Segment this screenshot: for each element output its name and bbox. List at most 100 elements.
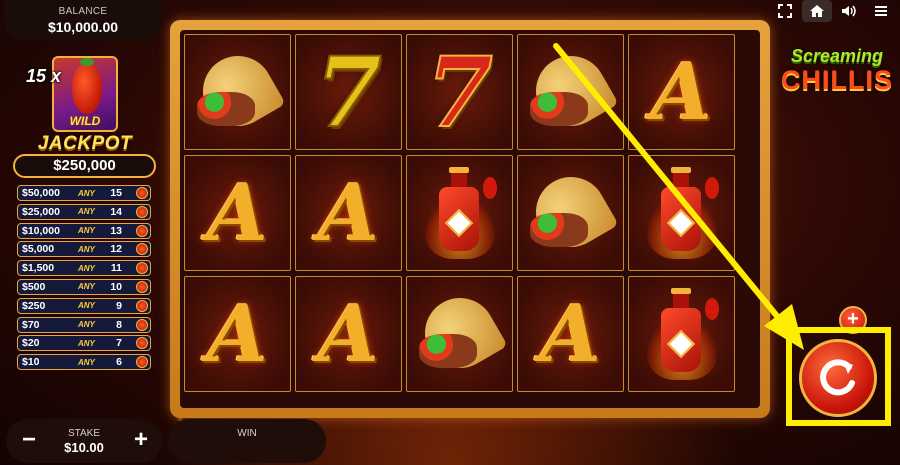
chili-icon [136,299,148,312]
paytable-row: $250 ANY 9 [17,297,151,314]
paytable-amount: $1,500 [22,262,55,275]
paytable-count: 6 [116,356,122,369]
paytable-count: 8 [116,318,122,331]
paytable-count: 14 [110,205,122,218]
hot-sauce-icon [424,167,497,259]
paytable-any: ANY [78,207,95,217]
stake-panel: − STAKE $10.00 + [6,419,162,463]
reel-cell: A [628,34,735,150]
chili-icon [136,243,148,256]
reel-cell: 7 [406,34,513,150]
paytable-any: ANY [78,282,95,292]
reel-cell: A [517,276,624,392]
paytable-row: $50,000 ANY 15 [17,185,151,201]
reel-cell: A [295,155,402,271]
paytable-any: ANY [78,357,95,367]
paytable-any: ANY [78,320,95,330]
paytable-count: 11 [110,262,122,275]
paytable-row: $5,000 ANY 12 [17,241,151,258]
paytable-amount: $25,000 [22,205,60,218]
reel-cell: A [184,155,291,271]
reel-cell: A [184,276,291,392]
chili-icon [136,205,148,218]
reel-frame: AA7AA7AA [170,20,770,418]
symbol-seven-yellow: 7 [314,35,383,150]
paytable-row: $10 ANY 6 [17,354,151,371]
chili-pepper-icon [72,58,102,114]
reel-cell [517,155,624,271]
reel-cell [628,276,735,392]
symbol-a: A [540,288,601,380]
paytable-any: ANY [78,263,95,273]
taco-icon [189,43,286,139]
paytable-amount: $50,000 [22,187,60,199]
chili-icon [136,318,148,331]
paytable-any: ANY [78,244,95,254]
wild-label: WILD [69,114,101,128]
chili-icon [136,280,148,293]
win-label: WIN [237,428,257,439]
symbol-a: A [318,288,379,380]
reel-cell: 7 [295,34,402,150]
reel-cell [628,155,735,271]
hot-sauce-icon [646,167,719,259]
menu-icon[interactable] [866,0,896,22]
paytable-row: $70 ANY 8 [17,316,151,333]
balance-label: BALANCE [58,6,108,17]
jackpot-title: JACKPOT [37,133,133,154]
reel-cell [406,276,513,392]
chili-icon [136,262,148,275]
chili-icon [136,224,148,237]
paytable-amount: $10 [22,356,40,369]
reel-cell [184,34,291,150]
paytable-any: ANY [78,301,95,311]
symbol-a: A [318,167,379,259]
fullscreen-icon[interactable] [770,0,800,22]
jackpot-amount: $250,000 [13,154,156,178]
symbol-a: A [651,46,712,138]
reel-cell [517,34,624,150]
paytable-row: $10,000 ANY 13 [17,222,151,239]
reel-grid: AA7AA7AA [180,30,760,408]
paytable-amount: $500 [22,280,46,293]
spin-arrow-icon [820,359,855,396]
paytable-amount: $10,000 [22,224,60,237]
hot-sauce-icon [646,288,719,380]
jackpot-paytable: $50,000 ANY 15 $25,000 ANY 14 $10,000 ANY 13 $5,0… [17,185,151,373]
paytable-count: 7 [116,337,122,350]
paytable-row: $1,500 ANY 11 [17,260,151,277]
balance-panel: BALANCE $10,000.00 [4,0,162,40]
wild-multiplier: 15 x [26,66,62,86]
chili-icon [136,337,148,350]
spin-button[interactable] [799,339,877,417]
balance-value: $10,000.00 [47,19,119,35]
paytable-count: 12 [110,243,122,256]
logo-line-1: Screaming [790,46,884,66]
paytable-amount: $20 [22,337,40,350]
win-panel: WIN [168,419,326,463]
paytable-row: $25,000 ANY 14 [17,203,151,220]
home-icon[interactable] [802,0,832,22]
paytable-row: $20 ANY 7 [17,335,151,352]
paytable-amount: $70 [22,318,40,331]
reel-cell: A [295,276,402,392]
paytable-any: ANY [78,338,95,348]
paytable-any: ANY [78,226,95,236]
reel-cell [406,155,513,271]
symbol-seven-red: 7 [425,35,494,150]
chili-icon [136,356,148,369]
game-logo: Screaming CHILLIS [774,46,900,110]
paytable-any: ANY [78,188,95,198]
stake-increase-button[interactable]: + [134,426,148,454]
paytable-row: $500 ANY 10 [17,278,151,295]
paytable-amount: $5,000 [22,243,55,256]
paytable-count: 9 [116,299,122,312]
paytable-amount: $250 [22,299,46,312]
top-toolbar [770,0,896,22]
taco-icon [522,43,619,139]
paytable-count: 10 [110,280,122,293]
paytable-count: 13 [110,224,122,237]
paytable-count: 15 [110,187,122,199]
sound-icon[interactable] [834,0,864,22]
taco-icon [522,164,619,260]
